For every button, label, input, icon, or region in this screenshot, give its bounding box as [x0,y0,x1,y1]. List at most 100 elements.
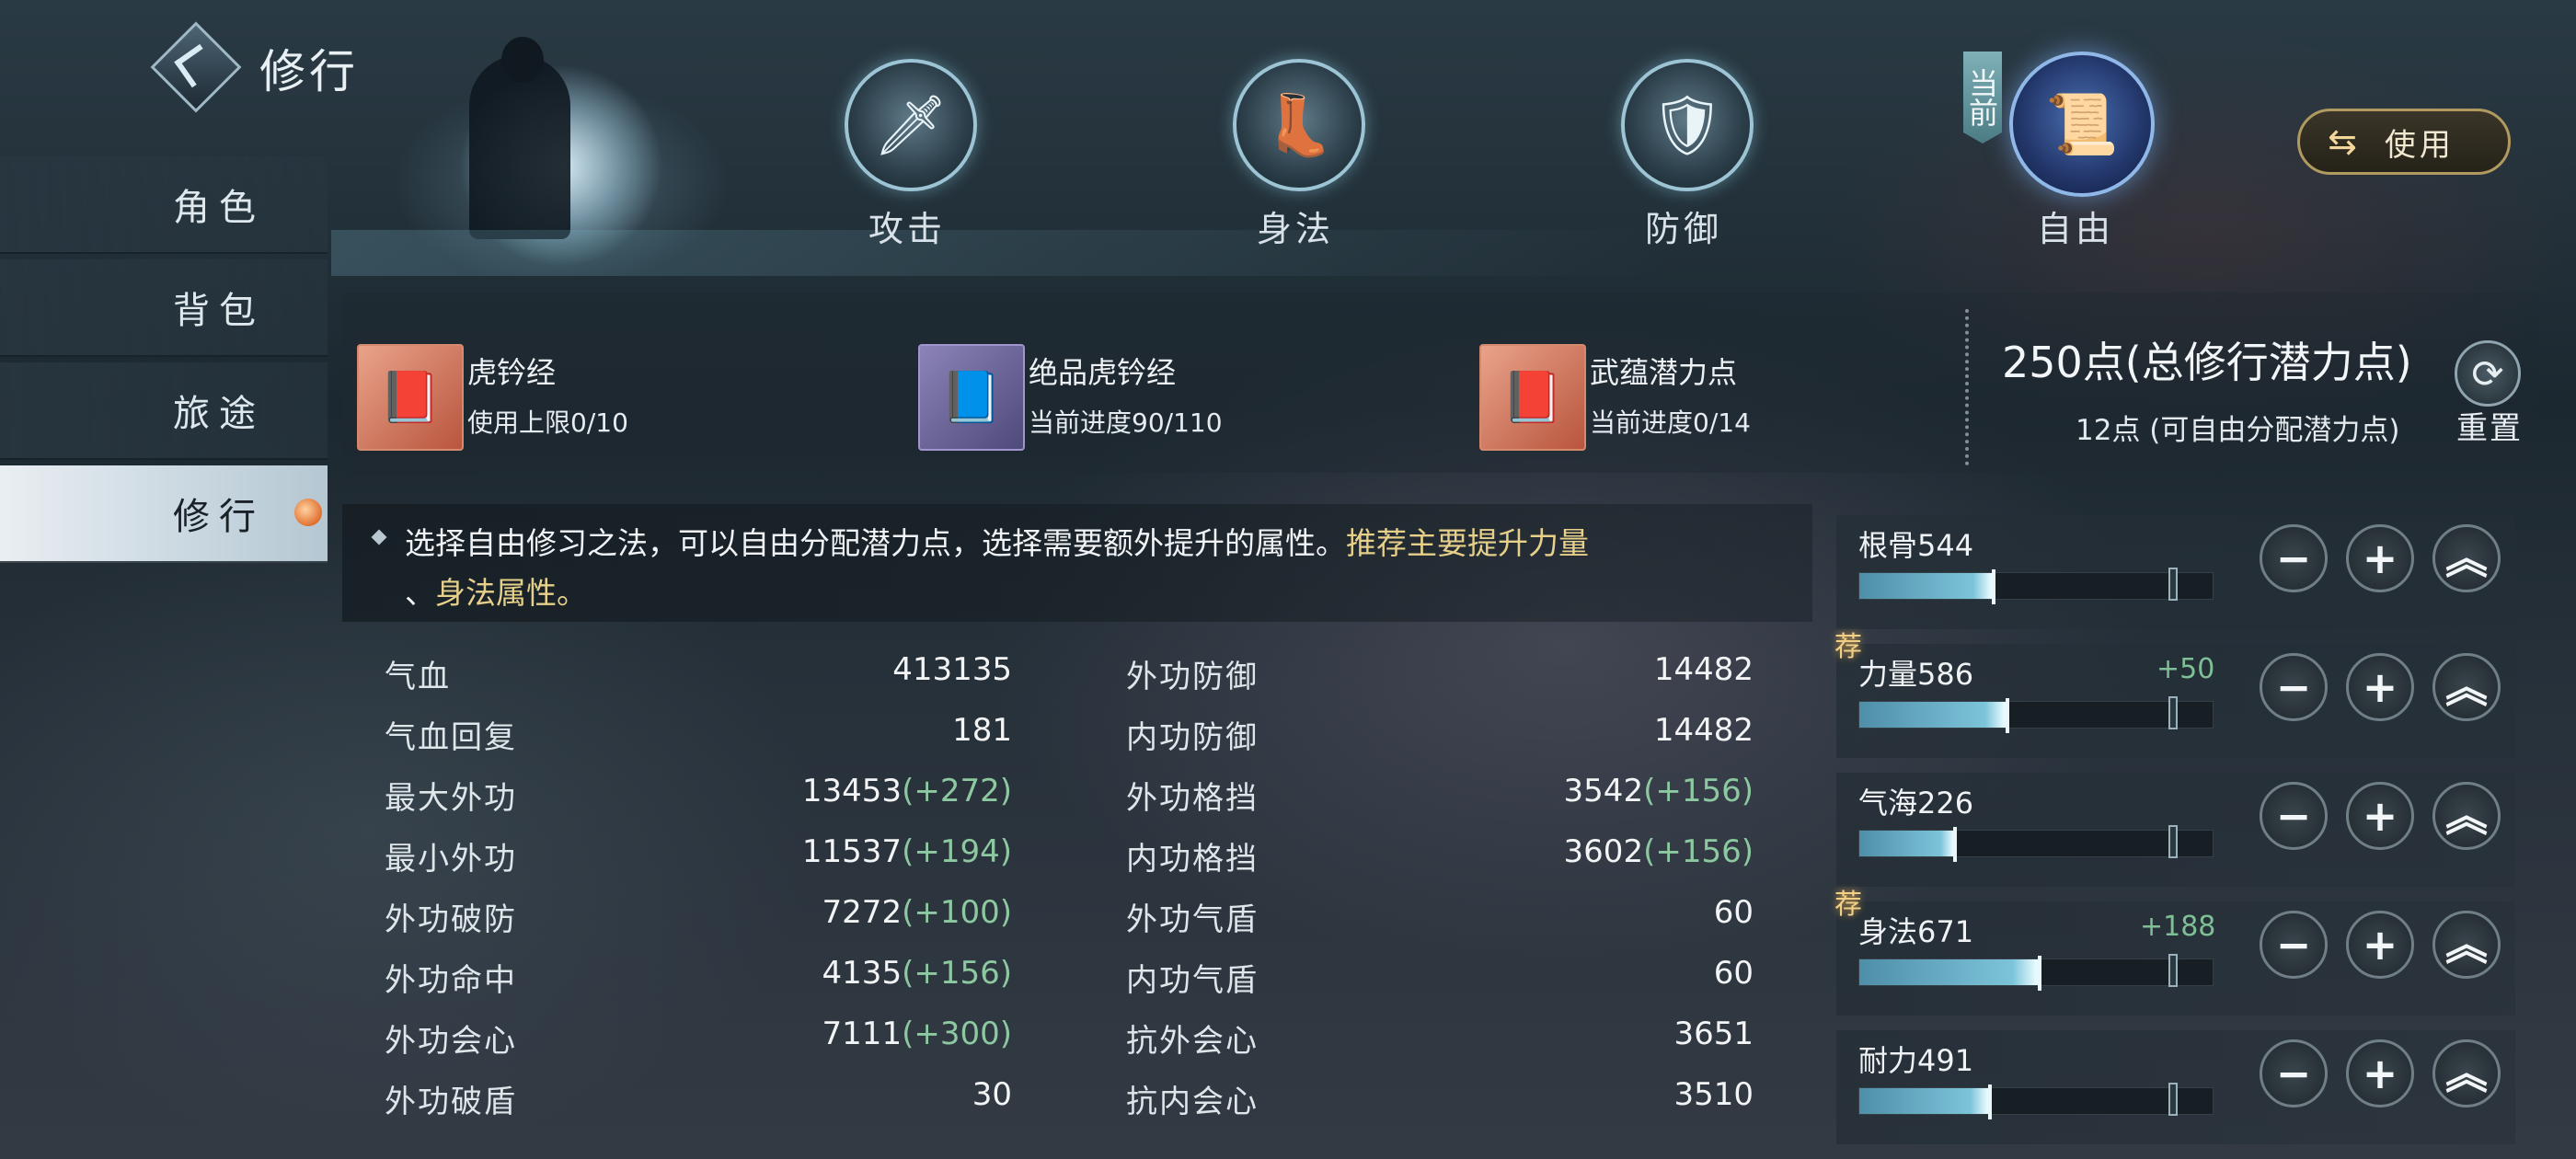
attribute-bar-marker [1952,827,1957,862]
max-button[interactable]: ︽ [2432,653,2501,721]
active-indicator-icon [294,499,322,526]
tab-free[interactable]: 📜 [2009,52,2155,197]
stat-number: 11537 [801,833,903,870]
attribute-bar-fill [1859,831,1955,856]
hint-text-plain: 、 [405,575,435,611]
stat-value: 14482 [1478,651,1754,688]
attribute-bar-cap [2168,568,2178,601]
martial-potential-book-icon[interactable]: 📕 [1479,344,1586,451]
book-name: 武蕴潜力点 [1590,355,1738,390]
decrease-button[interactable]: − [2260,911,2328,979]
attribute-label: 身法671 [1858,914,1974,949]
decrease-button[interactable]: − [2260,653,2328,721]
decrease-button[interactable]: − [2260,1039,2328,1107]
stat-number: 14482 [1653,651,1754,688]
sidebar-item-label: 背包 [173,290,265,332]
sidebar-item-journey[interactable]: 旅途 [0,362,328,460]
stat-bonus: (+300) [902,1016,1012,1052]
attribute-bar-cap [2168,1083,2178,1116]
stat-number: 14482 [1653,712,1754,749]
book-name: 绝品虎钤经 [1029,355,1177,390]
plus-icon: + [2362,791,2398,841]
reset-label[interactable]: 重置 [2456,403,2523,448]
attribute-bar [1858,696,2214,733]
tab-movement-label: 身法 [1256,209,1334,249]
sidebar-item-bag[interactable]: 背包 [0,259,328,357]
double-chevron-up-icon: ︽ [2445,662,2488,712]
sword-icon: 🗡 [873,91,949,160]
sidebar-item-character[interactable]: 角色 [0,156,328,254]
tab-attack[interactable]: 🗡 [845,59,977,191]
max-button[interactable]: ︽ [2432,782,2501,850]
increase-button[interactable]: + [2346,911,2414,979]
stat-value: 4135(+156) [736,955,1012,992]
sidebar-item-label: 旅途 [173,393,265,435]
stat-label: 外功会心 [385,1023,517,1060]
attribute-bar-marker [2006,698,2010,733]
stat-number: 413135 [892,651,1012,688]
stat-value: 3510 [1478,1076,1754,1113]
stat-label: 抗内会心 [1126,1084,1259,1120]
tab-defense[interactable]: 🛡 [1621,59,1754,191]
double-chevron-up-icon: ︽ [2445,920,2488,970]
increase-button[interactable]: + [2346,782,2414,850]
max-button[interactable]: ︽ [2432,524,2501,592]
decrease-button[interactable]: − [2260,782,2328,850]
stat-value: 3651 [1478,1016,1754,1052]
stat-label: 内功防御 [1126,719,1259,756]
current-badge: 当前 [1963,52,2002,143]
attribute-bonus: +50 [2156,653,2215,685]
attribute-bar-cap [2168,825,2178,858]
attribute-bar-cap [2168,954,2178,987]
increase-button[interactable]: + [2346,524,2414,592]
attribute-bar-fill [1859,702,2008,728]
shield-icon: 🛡 [1650,91,1725,160]
attribute-bar [1858,954,2214,991]
plus-icon: + [2362,662,2398,712]
book-progress: 使用上限0/10 [467,407,628,438]
tiger-bell-book-icon[interactable]: 📕 [357,344,464,451]
stat-number: 60 [1713,894,1754,931]
stat-value: 14482 [1478,712,1754,749]
attribute-bar-fill [1859,1088,1991,1114]
stat-label: 外功破盾 [385,1084,517,1120]
decrease-button[interactable]: − [2260,524,2328,592]
use-button-label: 使用 [2384,126,2455,164]
attribute-bar [1858,568,2214,604]
attribute-bonus: +188 [2140,911,2216,943]
reset-icon[interactable]: ⟳ [2455,340,2521,407]
tab-free-label: 自由 [2036,209,2114,249]
stat-number: 4135 [822,955,903,992]
hint-text: 选择自由修习之法，可以自由分配潜力点，选择需要额外提升的属性。推荐主要提升力量 [405,519,1589,563]
increase-button[interactable]: + [2346,1039,2414,1107]
sidebar-item-label: 修行 [173,496,265,538]
tab-movement[interactable]: 👢 [1233,59,1365,191]
max-button[interactable]: ︽ [2432,911,2501,979]
premium-tiger-bell-book-icon[interactable]: 📘 [918,344,1025,451]
stat-label: 外功格挡 [1126,780,1259,817]
max-button[interactable]: ︽ [2432,1039,2501,1107]
menu-logo-icon [150,21,242,113]
sidebar-item-label: 角色 [173,187,265,229]
stat-value: 13453(+272) [736,773,1012,809]
increase-button[interactable]: + [2346,653,2414,721]
stat-number: 7272 [822,894,903,931]
total-potential-points: 250点(总修行潜力点) [2002,338,2412,387]
tab-defense-label: 防御 [1644,209,1722,249]
minus-icon: − [2275,1049,2312,1098]
stat-bonus: (+194) [902,833,1012,870]
stat-bonus: (+100) [902,894,1012,931]
stat-value: 30 [736,1076,1012,1113]
stat-number: 7111 [822,1016,903,1052]
book-name: 虎钤经 [467,355,557,390]
stat-bonus: (+156) [1643,773,1754,809]
attribute-bar-marker [1988,1084,1993,1119]
attribute-row: 力量586 荐 +50 − + ︽ [1834,631,2515,758]
sidebar-item-cultivation[interactable]: 修行 [0,465,328,563]
attribute-bar-cap [2168,696,2178,729]
hero-silhouette [469,55,570,239]
hero-silhouette-head [501,37,544,83]
stat-number: 60 [1713,955,1754,992]
use-button[interactable]: ⇆ 使用 [2297,109,2511,175]
attribute-bar-marker [1991,569,1995,604]
